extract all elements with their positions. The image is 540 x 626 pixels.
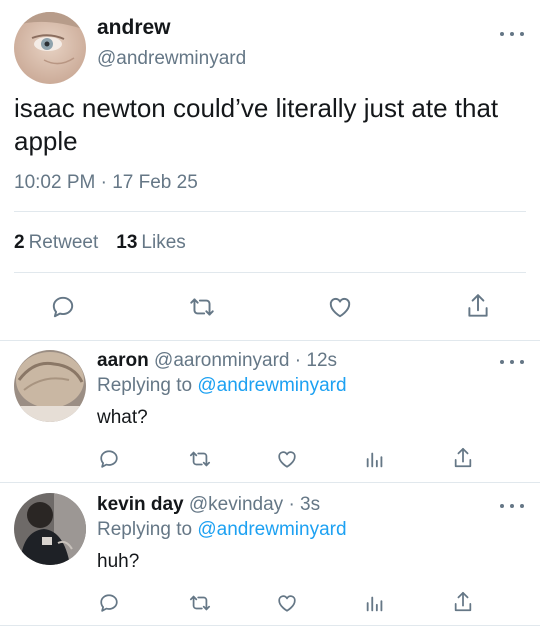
divider <box>14 211 526 212</box>
divider <box>0 482 540 483</box>
share-button[interactable] <box>450 444 476 472</box>
tweet-text: isaac newton could’ve literally just ate… <box>14 93 499 156</box>
avatar-andrew[interactable] <box>14 12 86 84</box>
retweets-stat[interactable]: 2 Retweet <box>14 232 98 254</box>
replying-to-link[interactable]: @andrewminyard <box>197 375 346 396</box>
avatar-kevin[interactable] <box>14 493 86 565</box>
analytics-icon <box>366 596 383 612</box>
retweet-button[interactable] <box>186 590 214 616</box>
reply-button[interactable] <box>96 446 122 472</box>
like-icon <box>278 595 296 612</box>
retweet-button[interactable] <box>186 446 214 472</box>
share-button[interactable] <box>463 290 493 322</box>
reply-header: aaron @aaronminyard · 12s <box>97 350 337 372</box>
likes-count: 13 <box>116 232 138 253</box>
analytics-button[interactable] <box>362 446 388 472</box>
share-icon <box>468 294 488 317</box>
like-button[interactable] <box>274 590 300 616</box>
replying-prefix: Replying to <box>97 375 193 396</box>
reply-button[interactable] <box>48 292 78 322</box>
divider <box>0 340 540 341</box>
like-icon <box>329 297 351 318</box>
retweet-icon <box>189 595 211 611</box>
reply-age: · 12s <box>294 350 338 371</box>
reply-author-name[interactable]: aaron <box>97 350 149 371</box>
reply-author-handle[interactable]: @aaronminyard <box>154 350 289 371</box>
reply-header: kevin day @kevinday · 3s <box>97 494 320 516</box>
like-button[interactable] <box>325 292 355 322</box>
tweet-stats: 2 Retweet 13 Likes <box>14 232 186 254</box>
retweet-icon <box>190 298 214 316</box>
author-display-name[interactable]: andrew <box>97 16 171 40</box>
replying-to: Replying to @andrewminyard <box>97 519 347 541</box>
share-button[interactable] <box>450 588 476 616</box>
reply-icon <box>52 296 74 318</box>
like-icon <box>278 451 296 468</box>
likes-stat[interactable]: 13 Likes <box>116 232 186 254</box>
replying-prefix: Replying to <box>97 519 193 540</box>
more-options-icon[interactable] <box>500 30 524 38</box>
reply-age: · 3s <box>288 494 321 515</box>
avatar-aaron[interactable] <box>14 350 86 422</box>
like-button[interactable] <box>274 446 300 472</box>
retweets-label: Retweet <box>28 232 99 253</box>
reply-button[interactable] <box>96 590 122 616</box>
reply-author-handle[interactable]: @kevinday <box>189 494 283 515</box>
share-icon <box>454 447 472 468</box>
replying-to: Replying to @andrewminyard <box>97 375 347 397</box>
author-handle[interactable]: @andrewminyard <box>97 48 246 70</box>
reply-icon <box>100 594 118 612</box>
more-options-icon[interactable] <box>500 502 524 510</box>
replying-to-link[interactable]: @andrewminyard <box>197 519 346 540</box>
reply-icon <box>100 450 118 468</box>
divider <box>14 272 526 273</box>
analytics-button[interactable] <box>362 590 388 616</box>
share-icon <box>454 591 472 612</box>
retweet-button[interactable] <box>186 292 218 322</box>
retweet-icon <box>189 451 211 467</box>
more-options-icon[interactable] <box>500 358 524 366</box>
analytics-icon <box>366 452 383 468</box>
reply-text: huh? <box>97 551 140 572</box>
retweets-count: 2 <box>14 232 25 253</box>
likes-label: Likes <box>141 232 186 253</box>
reply-text: what? <box>97 407 148 428</box>
reply-author-name[interactable]: kevin day <box>97 494 184 515</box>
tweet-timestamp[interactable]: 10:02 PM · 17 Feb 25 <box>14 172 198 194</box>
